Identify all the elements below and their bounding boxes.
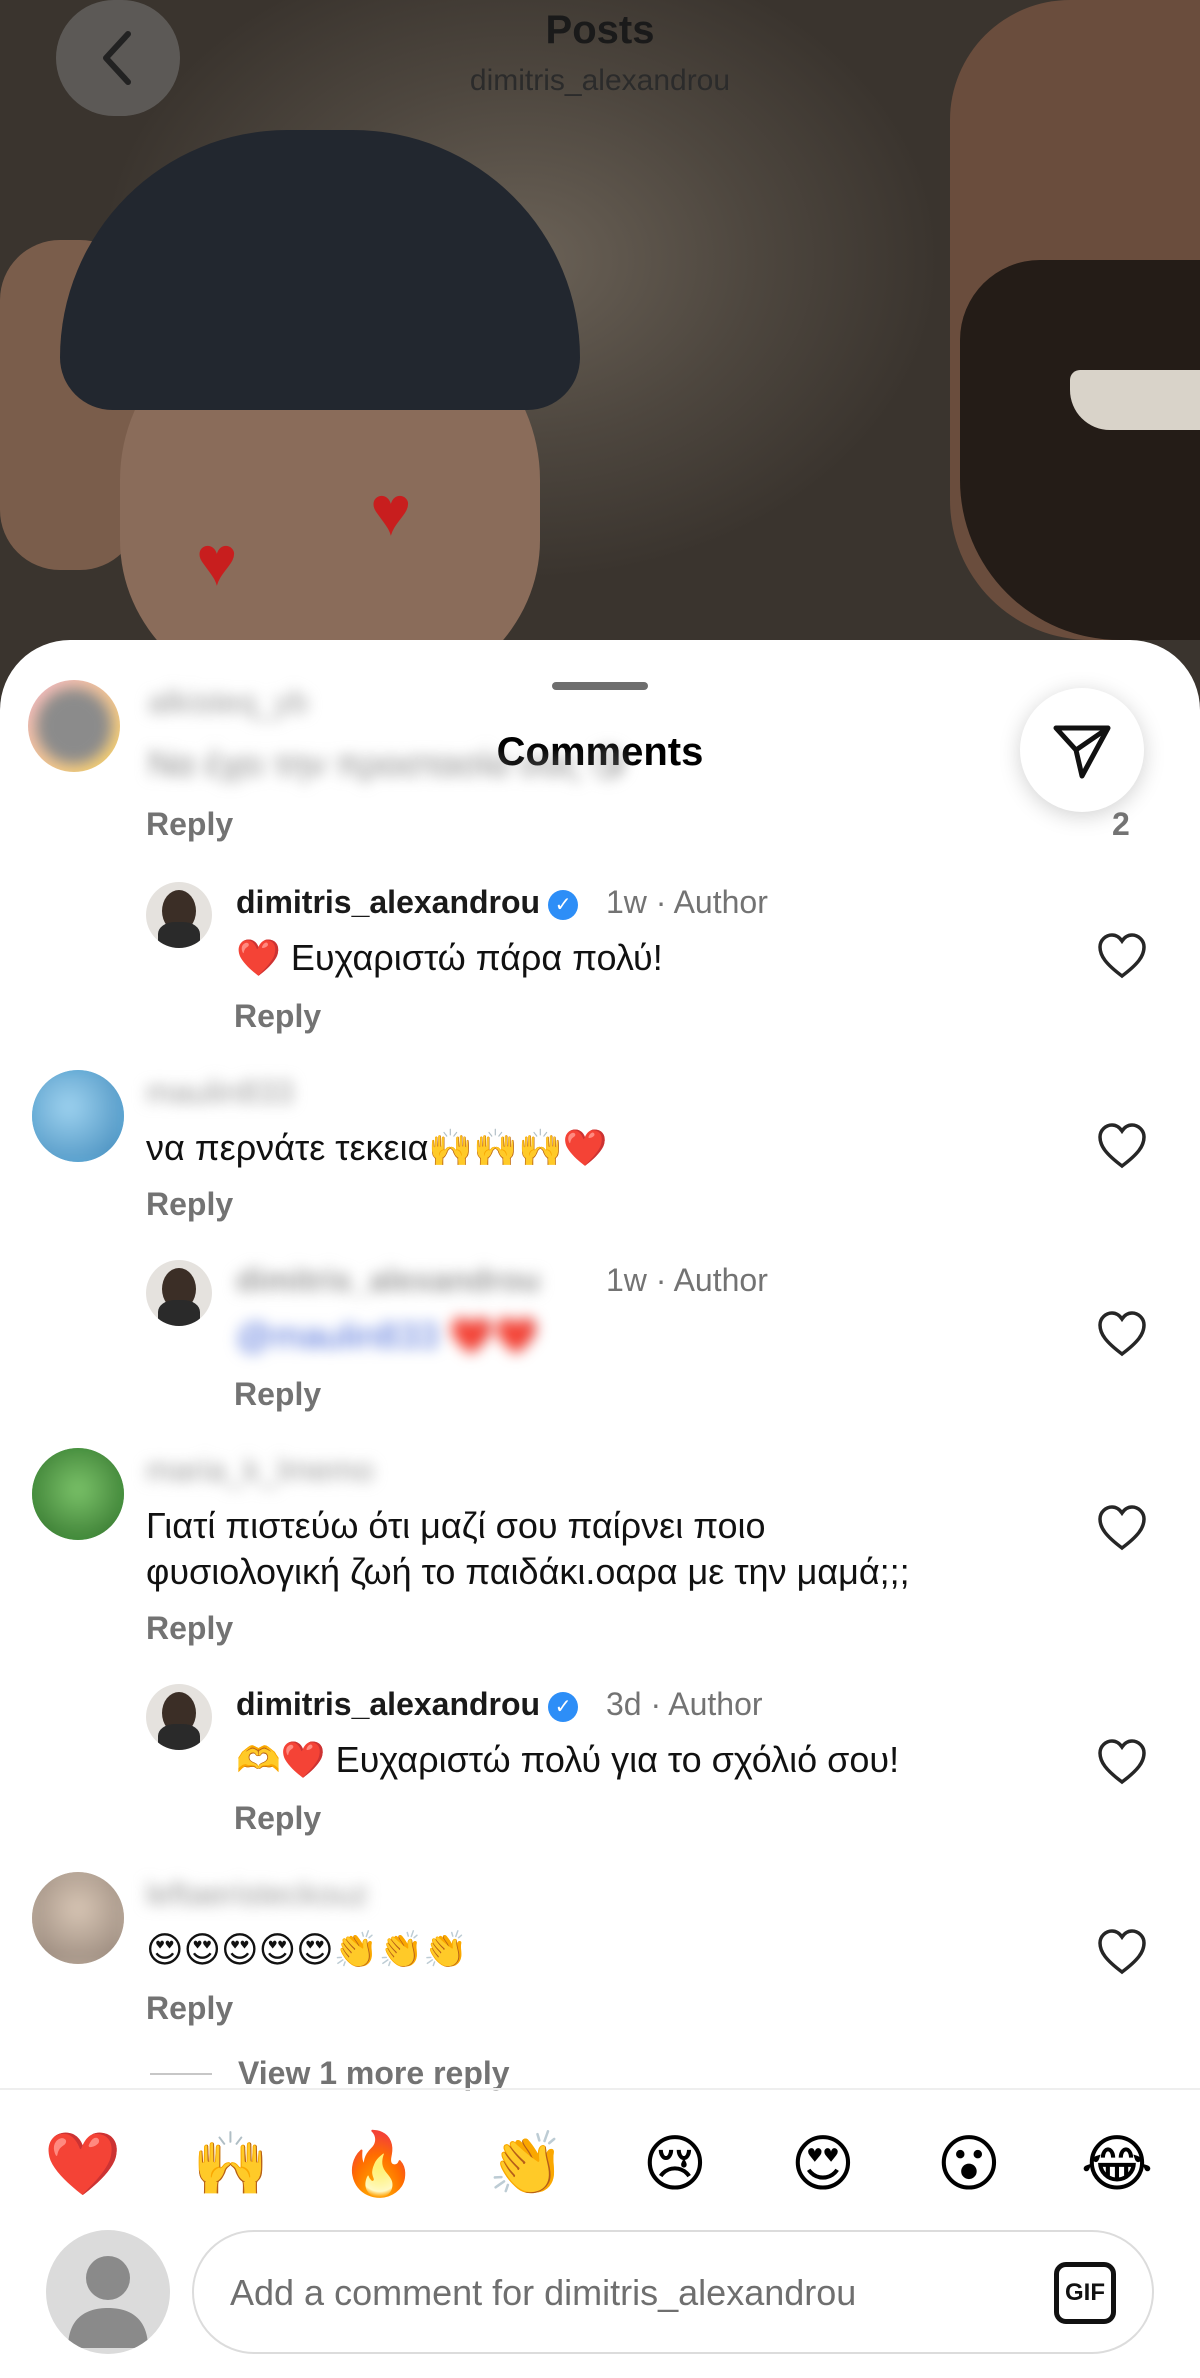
divider	[0, 2088, 1200, 2090]
comment-username[interactable]: maria_k_lmemo	[146, 1452, 374, 1489]
comment-text: Να έχει την προστασία σας 😘	[148, 743, 628, 784]
reaction-clap[interactable]: 👏	[482, 2120, 572, 2210]
reply-username-text: dimitris_alexandrou	[236, 884, 541, 920]
reaction-heart[interactable]: ❤️	[38, 2120, 128, 2210]
reaction-raised-hands[interactable]: 🙌	[186, 2120, 276, 2210]
reaction-heart-eyes[interactable]: 😍	[778, 2120, 868, 2210]
gif-button[interactable]: GIF	[1054, 2262, 1116, 2324]
reply-username[interactable]: dimitris_alexandrou	[236, 1262, 540, 1299]
reaction-fire[interactable]: 🔥	[334, 2120, 424, 2210]
reply-button[interactable]: Reply	[146, 1186, 233, 1223]
quick-reactions: ❤️ 🙌 🔥 👏 😢 😍 😮 😂	[0, 2120, 1200, 2240]
comment-text-line1: Γιατί πιστεύω ότι μαζί σου παίρνει ποιο	[146, 1505, 766, 1546]
send-icon	[1053, 725, 1111, 779]
reaction-laughing[interactable]: 😂	[1072, 2120, 1162, 2210]
reply-meta: 3d · Author	[606, 1686, 763, 1722]
reply-text: @maulin833 ❤️❤️	[236, 1315, 539, 1356]
reply-button[interactable]: Reply	[146, 806, 233, 843]
post-photo: ♥ ♥	[0, 0, 1200, 700]
reply-button[interactable]: Reply	[146, 1610, 233, 1647]
verified-icon: ✓	[548, 889, 579, 920]
comment-input[interactable]: Add a comment for dimitris_alexandrou GI…	[192, 2230, 1154, 2354]
reply-meta: 1w · Author	[606, 884, 768, 920]
comment-text: 😍😍😍😍😍👏👏👏	[146, 1929, 469, 1970]
heart-outline-icon[interactable]	[1096, 1928, 1148, 1976]
reply-username[interactable]: dimitris_alexandrou ✓	[236, 884, 579, 921]
user-placeholder-icon	[68, 2256, 148, 2348]
avatar[interactable]	[146, 1684, 212, 1750]
view-more-line	[150, 2073, 212, 2075]
comment-text-line2: φυσιολογική ζωή το παιδάκι.οαρα με την μ…	[146, 1551, 910, 1592]
comment-text: να περνάτε τεκεια🙌🙌🙌❤️	[146, 1127, 608, 1168]
avatar[interactable]	[146, 1260, 212, 1326]
avatar[interactable]	[146, 882, 212, 948]
reply-text: 🫶❤️ Ευχαριστώ πολύ για το σχόλιό σου!	[236, 1739, 900, 1780]
comment-username[interactable]: maulin833	[146, 1074, 294, 1111]
share-button[interactable]	[1020, 688, 1144, 812]
reply-username[interactable]: dimitris_alexandrou ✓	[236, 1686, 579, 1723]
reply-text: ❤️ Ευχαριστώ πάρα πολύ!	[236, 937, 663, 978]
comment-username[interactable]: leftaeristeckouz	[146, 1876, 368, 1913]
reaction-surprised[interactable]: 😮	[924, 2120, 1014, 2210]
avatar[interactable]	[32, 1070, 124, 1162]
reply-button[interactable]: Reply	[234, 1376, 321, 1413]
current-user-avatar	[46, 2230, 170, 2354]
avatar[interactable]	[32, 1872, 124, 1964]
heart-sticker-left: ♥	[196, 522, 238, 600]
heart-outline-icon[interactable]	[1096, 1738, 1148, 1786]
photo-child-cap	[60, 130, 580, 410]
reply-button[interactable]: Reply	[146, 1990, 233, 2027]
heart-outline-icon[interactable]	[1096, 1310, 1148, 1358]
comment-input-placeholder: Add a comment for dimitris_alexandrou	[230, 2272, 857, 2313]
heart-outline-icon[interactable]	[1096, 1504, 1148, 1552]
sheet-grabber[interactable]	[552, 682, 648, 690]
comments-sheet: Comments alkisteq_yb Να έχει την προστασ…	[0, 640, 1200, 2378]
reply-button[interactable]: Reply	[234, 1800, 321, 1837]
reaction-crying[interactable]: 😢	[630, 2120, 720, 2210]
heart-sticker-right: ♥	[370, 472, 412, 550]
page-title: Posts	[545, 8, 655, 52]
like-count: 2	[1112, 806, 1130, 842]
heart-outline-icon[interactable]	[1096, 932, 1148, 980]
reply-meta: 1w · Author	[606, 1262, 768, 1298]
photo-smile	[1070, 370, 1200, 430]
heart-outline-icon[interactable]	[1096, 1122, 1148, 1170]
avatar[interactable]	[32, 1448, 124, 1540]
comment-username[interactable]: alkisteq_yb	[148, 684, 308, 721]
reply-button[interactable]: Reply	[234, 998, 321, 1035]
avatar[interactable]	[28, 680, 120, 772]
view-more-replies[interactable]: View 1 more reply	[238, 2055, 510, 2092]
verified-icon: ✓	[548, 1691, 579, 1722]
reply-username-text: dimitris_alexandrou	[236, 1686, 541, 1722]
page-subtitle: dimitris_alexandrou	[469, 64, 731, 97]
